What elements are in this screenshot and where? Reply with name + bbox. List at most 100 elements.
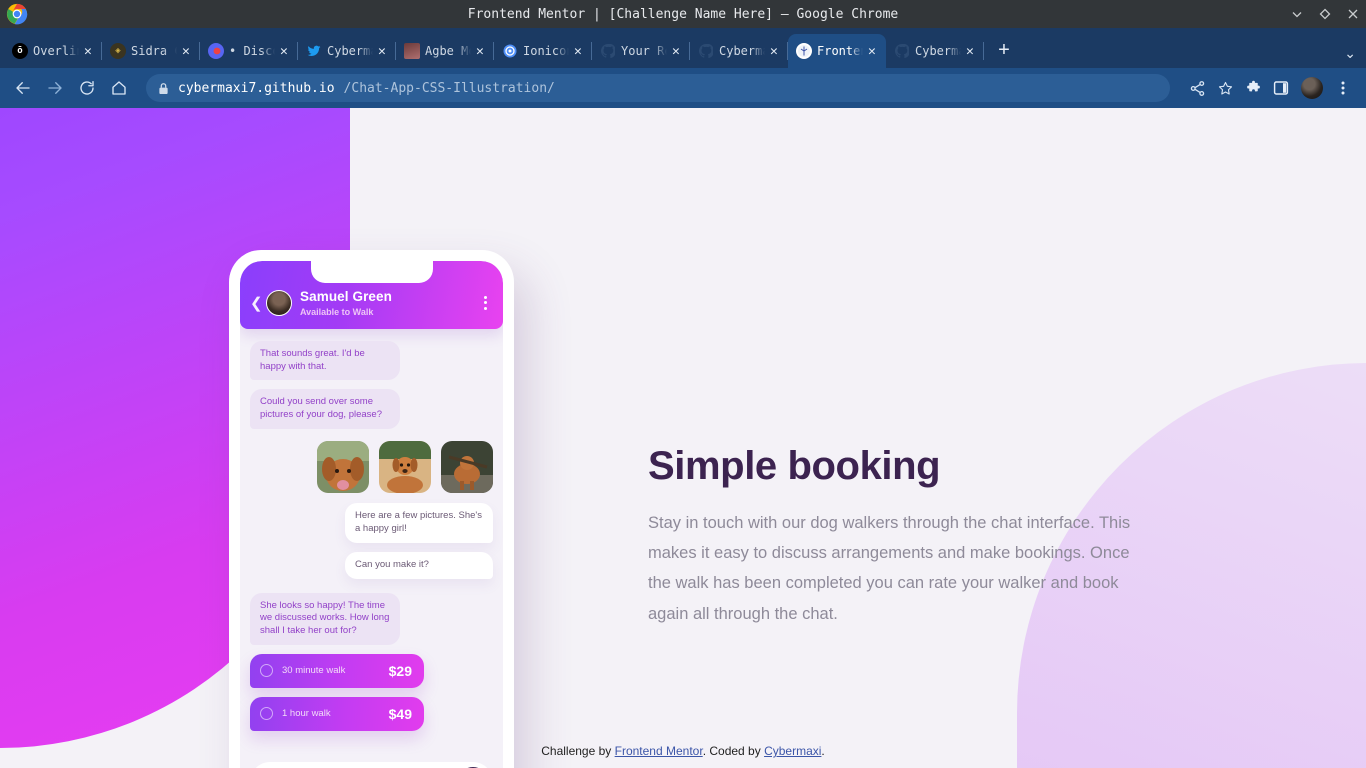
tab-close-icon[interactable]: ✕ xyxy=(378,44,390,59)
browser-tab-5[interactable]: Ionicons ✕ xyxy=(494,34,592,68)
minimize-button[interactable] xyxy=(1290,7,1304,21)
maximize-button[interactable] xyxy=(1318,7,1332,21)
url-host: cybermaxi7.github.io xyxy=(178,80,335,96)
phone-screen: ❮ Samuel Green Available to Walk That so… xyxy=(240,261,503,768)
side-panel-icon[interactable] xyxy=(1268,75,1294,101)
extensions-puzzle-icon[interactable] xyxy=(1240,75,1266,101)
address-bar[interactable]: cybermaxi7.github.io/Chat-App-CSS-Illust… xyxy=(146,74,1170,102)
browser-toolbar: cybermaxi7.github.io/Chat-App-CSS-Illust… xyxy=(0,68,1366,108)
github-icon xyxy=(894,43,910,59)
back-chevron-icon[interactable]: ❮ xyxy=(250,294,263,312)
phone-mockup: ❮ Samuel Green Available to Walk That so… xyxy=(229,250,514,768)
tab-close-icon[interactable]: ✕ xyxy=(672,44,684,59)
contact-avatar xyxy=(266,289,292,316)
page-content: Simple booking Stay in touch with our do… xyxy=(648,444,1148,629)
tab-title: Sidra Cl xyxy=(131,44,177,58)
chat-menu-icon[interactable] xyxy=(484,295,489,310)
contact-name: Samuel Green xyxy=(300,289,392,304)
tab-close-icon[interactable]: ✕ xyxy=(574,44,586,59)
walk-option-price: $49 xyxy=(388,705,412,722)
github-icon xyxy=(698,43,714,59)
browser-tab-8-active[interactable]: Frontend ✕ xyxy=(788,34,886,68)
tab-title: Agbe Mos xyxy=(425,44,471,58)
forward-button[interactable] xyxy=(42,75,68,101)
ionicons-icon xyxy=(502,43,518,59)
frontend-mentor-link[interactable]: Frontend Mentor xyxy=(615,744,703,758)
discord-icon xyxy=(208,43,224,59)
walk-option-30min[interactable]: 30 minute walk $29 xyxy=(250,653,424,688)
share-icon[interactable] xyxy=(1184,75,1210,101)
tab-close-icon[interactable]: ✕ xyxy=(868,44,880,59)
attribution-prefix: Challenge by xyxy=(541,744,615,758)
walk-option-price: $29 xyxy=(388,662,412,679)
page-title: Simple booking xyxy=(648,444,941,488)
phone-notch xyxy=(310,261,433,283)
chrome-menu-icon[interactable] xyxy=(1330,75,1356,101)
contact-info: Samuel Green Available to Walk xyxy=(300,289,476,317)
tab-title: Overline xyxy=(33,44,79,58)
message-bubble: She looks so happy! The time we discusse… xyxy=(250,592,400,645)
dog-photo-stick[interactable] xyxy=(441,441,493,494)
browser-tab-9[interactable]: Cybermax ✕ xyxy=(886,34,984,68)
browser-tab-3[interactable]: Cybermax ✕ xyxy=(298,34,396,68)
tab-strip: ō Overline ✕ ◈ Sidra Cl ✕ • Discor ✕ Cyb… xyxy=(0,28,1366,68)
reload-button[interactable] xyxy=(74,75,100,101)
message-composer: ❯ xyxy=(250,762,493,768)
browser-tab-6[interactable]: Your Rep ✕ xyxy=(592,34,690,68)
tab-title: • Discor xyxy=(229,44,275,58)
tab-close-icon[interactable]: ✕ xyxy=(966,44,978,59)
walk-option-label: 1 hour walk xyxy=(282,708,331,720)
message-list: That sounds great. I'd be happy with tha… xyxy=(240,329,503,754)
message-bubble: Could you send over some pictures of you… xyxy=(250,389,400,430)
bookmark-star-icon[interactable] xyxy=(1212,75,1238,101)
tab-close-icon[interactable]: ✕ xyxy=(770,44,782,59)
browser-tab-1[interactable]: ◈ Sidra Cl ✕ xyxy=(102,34,200,68)
tab-title: Cybermax xyxy=(327,44,373,58)
window-titlebar: Frontend Mentor | [Challenge Name Here] … xyxy=(0,0,1366,28)
message-bubble: That sounds great. I'd be happy with tha… xyxy=(250,340,400,381)
tab-title: Frontend xyxy=(817,44,863,58)
walk-option-label: 30 minute walk xyxy=(282,665,346,677)
attribution: Challenge by Frontend Mentor. Coded by C… xyxy=(0,744,1366,758)
close-button[interactable] xyxy=(1346,7,1360,21)
browser-tab-0[interactable]: ō Overline ✕ xyxy=(4,34,102,68)
tab-search-icon[interactable]: ⌄ xyxy=(1344,45,1356,62)
photo-icon xyxy=(404,43,420,59)
browser-tab-2[interactable]: • Discor ✕ xyxy=(200,34,298,68)
radio-icon[interactable] xyxy=(260,664,273,678)
window-controls xyxy=(1290,0,1360,28)
lock-icon xyxy=(158,82,169,95)
message-bubble: Can you make it? xyxy=(345,551,493,579)
attribution-suffix: . xyxy=(821,744,825,758)
sidra-icon: ◈ xyxy=(110,43,126,59)
back-button[interactable] xyxy=(10,75,36,101)
tab-title: Ionicons xyxy=(523,44,569,58)
browser-tab-7[interactable]: Cybermax ✕ xyxy=(690,34,788,68)
dog-photo-smiling[interactable] xyxy=(317,441,369,494)
toolbar-right-actions xyxy=(1184,75,1356,101)
tab-close-icon[interactable]: ✕ xyxy=(280,44,292,59)
url-path: /Chat-App-CSS-Illustration/ xyxy=(343,80,555,96)
attribution-middle: . Coded by xyxy=(702,744,765,758)
tab-title: Cybermax xyxy=(915,44,961,58)
tab-close-icon[interactable]: ✕ xyxy=(476,44,488,59)
photo-attachments xyxy=(250,441,493,494)
cybermaxi-link[interactable]: Cybermaxi xyxy=(764,744,821,758)
message-bubble: Here are a few pictures. She's a happy g… xyxy=(345,503,493,543)
twitter-icon xyxy=(306,43,322,59)
browser-tab-4[interactable]: Agbe Mos ✕ xyxy=(396,34,494,68)
new-tab-button[interactable]: + xyxy=(990,37,1018,65)
tab-close-icon[interactable]: ✕ xyxy=(84,44,96,59)
home-button[interactable] xyxy=(106,75,132,101)
dog-photo-sitting[interactable] xyxy=(379,441,431,494)
tab-close-icon[interactable]: ✕ xyxy=(182,44,194,59)
overline-icon: ō xyxy=(12,43,28,59)
web-page: ❮ Samuel Green Available to Walk That so… xyxy=(0,108,1366,768)
frontend-mentor-icon xyxy=(796,43,812,59)
page-description: Stay in touch with our dog walkers throu… xyxy=(648,514,1131,623)
profile-avatar[interactable] xyxy=(1301,77,1323,99)
walk-option-1hour[interactable]: 1 hour walk $49 xyxy=(250,696,424,731)
contact-status: Available to Walk xyxy=(300,306,374,317)
window-title: Frontend Mentor | [Challenge Name Here] … xyxy=(467,6,899,22)
radio-icon[interactable] xyxy=(260,707,273,721)
